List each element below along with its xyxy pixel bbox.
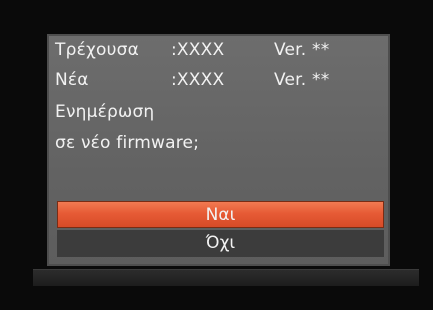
new-firmware-label: Νέα bbox=[55, 70, 89, 90]
update-question-line2: σε νέο firmware; bbox=[55, 133, 200, 153]
new-firmware-value: :XXXX bbox=[171, 70, 225, 90]
no-option[interactable]: Όχι bbox=[57, 230, 384, 257]
current-firmware-label: Τρέχουσα bbox=[55, 40, 140, 60]
yes-option[interactable]: Ναι bbox=[57, 201, 384, 228]
new-firmware-version: Ver. ** bbox=[274, 70, 330, 90]
firmware-update-dialog: Τρέχουσα :XXXX Ver. ** Νέα :XXXX Ver. **… bbox=[47, 34, 390, 266]
current-firmware-version: Ver. ** bbox=[274, 40, 330, 60]
bottom-bar bbox=[33, 269, 419, 286]
update-question-line1: Ενημέρωση bbox=[55, 102, 155, 122]
current-firmware-value: :XXXX bbox=[171, 40, 225, 60]
camera-screen: Τρέχουσα :XXXX Ver. ** Νέα :XXXX Ver. **… bbox=[0, 0, 433, 310]
